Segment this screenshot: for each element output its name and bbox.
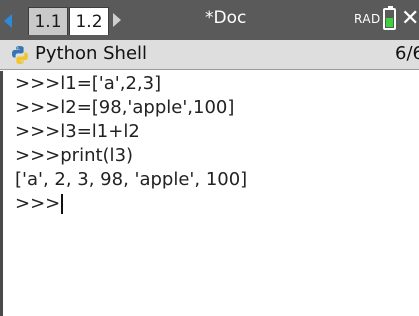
- next-page-arrow-icon[interactable]: [113, 13, 121, 27]
- battery-cap: [388, 6, 393, 8]
- shell-input-line[interactable]: >>>: [15, 192, 64, 216]
- shell-line: >>>print(l3): [15, 145, 134, 166]
- python-shell-console[interactable]: >>>l1=['a',2,3] >>>l2=[98,'apple',100] >…: [0, 71, 419, 316]
- document-title: *Doc: [205, 8, 247, 28]
- shell-line: >>>l2=[98,'apple',100]: [15, 97, 235, 118]
- angle-mode-indicator: RAD: [354, 12, 381, 26]
- app-title: Python Shell: [35, 43, 148, 64]
- shell-line: >>>l3=l1+l2: [15, 121, 140, 142]
- previous-page-arrow-icon[interactable]: [4, 14, 12, 28]
- app-header: Python Shell 6/6: [0, 40, 419, 70]
- python-icon: [12, 46, 28, 64]
- tab-1-2[interactable]: 1.2: [69, 7, 109, 35]
- tab-1-1[interactable]: 1.1: [28, 7, 68, 35]
- battery-icon: [383, 6, 396, 30]
- page-counter: 6/6: [395, 43, 419, 64]
- top-tab-bar: 1.1 1.2 *Doc RAD ✕: [0, 0, 419, 40]
- shell-output-line: ['a', 2, 3, 98, 'apple', 100]: [15, 169, 248, 190]
- shell-line: >>>l1=['a',2,3]: [15, 73, 162, 94]
- shell-prompt: >>>: [15, 193, 61, 214]
- text-cursor: [61, 194, 64, 214]
- battery-level-fill: [386, 18, 393, 27]
- close-icon[interactable]: ✕: [401, 6, 419, 32]
